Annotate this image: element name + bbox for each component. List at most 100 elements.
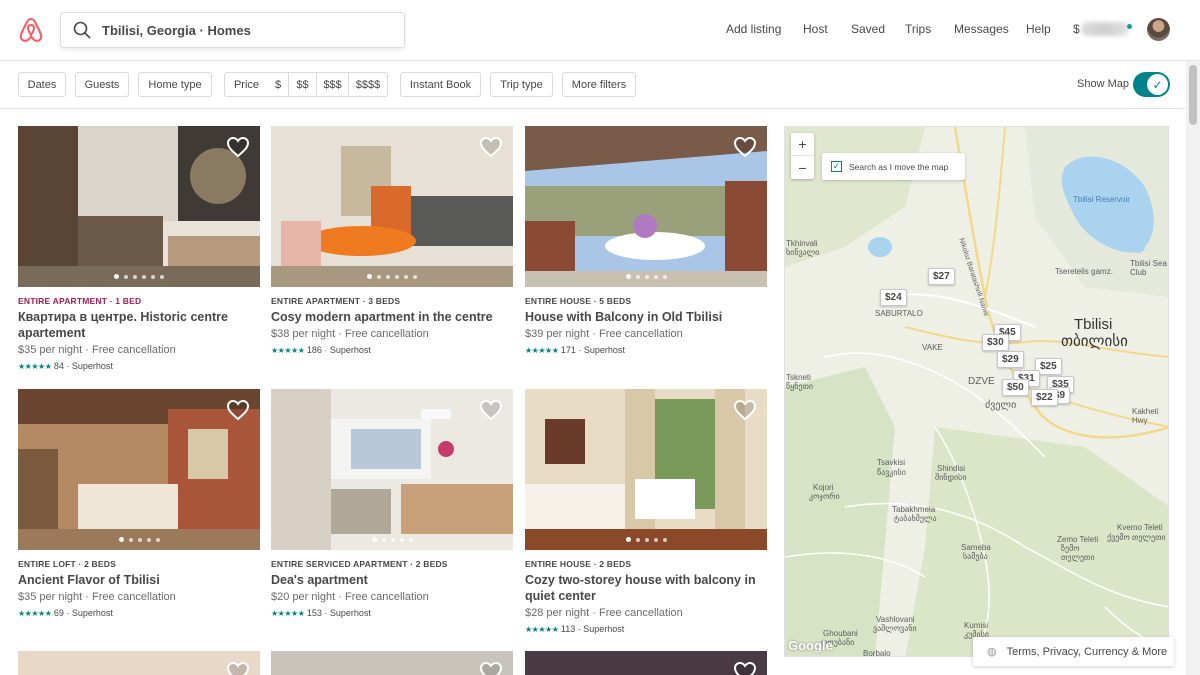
map-price-pin[interactable]: $24 bbox=[880, 289, 907, 306]
save-heart-icon[interactable] bbox=[733, 399, 757, 421]
listing-title[interactable]: Dea's apartment bbox=[271, 572, 513, 588]
save-heart-icon[interactable] bbox=[479, 661, 503, 675]
filter-price-label[interactable]: Price bbox=[225, 73, 268, 96]
search-icon bbox=[73, 21, 91, 39]
save-heart-icon[interactable] bbox=[733, 136, 757, 158]
filter-home-type-button[interactable]: Home type bbox=[138, 72, 212, 97]
nav-saved[interactable]: Saved bbox=[851, 22, 885, 36]
listing-image bbox=[271, 389, 513, 550]
map-label: Zemo Teleti bbox=[1057, 535, 1099, 544]
listing-title[interactable]: House with Balcony in Old Tbilisi bbox=[525, 309, 767, 325]
listing-review-count: 84 · Superhost bbox=[53, 361, 113, 371]
save-heart-icon[interactable] bbox=[226, 136, 250, 158]
nav-add-listing[interactable]: Add listing bbox=[726, 22, 781, 36]
save-heart-icon[interactable] bbox=[226, 661, 250, 675]
listing-type: ENTIRE SERVICED APARTMENT · 2 BEDS bbox=[271, 559, 448, 569]
listing-photo[interactable] bbox=[18, 126, 260, 287]
filter-price-2[interactable]: $$ bbox=[288, 73, 316, 96]
nav-host[interactable]: Host bbox=[803, 22, 828, 36]
nav-help[interactable]: Help bbox=[1026, 22, 1051, 36]
show-map-toggle[interactable]: ✓ bbox=[1133, 72, 1170, 97]
listing-photo[interactable] bbox=[271, 389, 513, 550]
listing-card[interactable]: ENTIRE LOFT · 2 BEDS Ancient Flavor of T… bbox=[18, 389, 260, 621]
zoom-out-button[interactable]: − bbox=[791, 156, 814, 179]
listing-card[interactable]: ENTIRE APARTMENT · 3 BEDS Cosy modern ap… bbox=[271, 126, 513, 358]
save-heart-icon[interactable] bbox=[226, 399, 250, 421]
map-label: Vashlovani bbox=[876, 615, 915, 624]
listing-card[interactable]: ENTIRE APARTMENT · 1 BED Квартира в цент… bbox=[18, 126, 260, 374]
zoom-in-button[interactable]: + bbox=[791, 133, 814, 156]
save-heart-icon[interactable] bbox=[733, 661, 757, 675]
filter-bar: Dates Guests Home type Price $ $$ $$$ $$… bbox=[0, 61, 1186, 109]
filter-trip-type-button[interactable]: Trip type bbox=[490, 72, 553, 97]
listing-title[interactable]: Cozy two-storey house with balcony in qu… bbox=[525, 572, 767, 604]
listing-photo[interactable] bbox=[525, 126, 767, 287]
filter-price-group: Price $ $$ $$$ $$$$ bbox=[224, 72, 388, 97]
listing-photo[interactable] bbox=[271, 651, 513, 675]
show-map-label: Show Map bbox=[1077, 78, 1129, 90]
map-label-line: Tbilisi Sea Club bbox=[1130, 259, 1167, 277]
map-label: Tseretelis gamz. bbox=[1055, 267, 1113, 276]
listing-title[interactable]: Cosy modern apartment in the centre bbox=[271, 309, 513, 325]
save-heart-icon[interactable] bbox=[479, 399, 503, 421]
filter-dates-button[interactable]: Dates bbox=[18, 72, 66, 97]
rating-stars-icon: ★★★★★ bbox=[271, 346, 305, 355]
listing-type: ENTIRE HOUSE · 2 BEDS bbox=[525, 559, 632, 569]
map-label: DZVE bbox=[968, 376, 995, 387]
map-label: Kakheti Hwy bbox=[1132, 407, 1159, 425]
save-heart-icon[interactable] bbox=[479, 136, 503, 158]
search-as-move-checkbox[interactable]: ✓ Search as I move the map bbox=[822, 153, 965, 180]
terms-footer-button[interactable]: ◍ Terms, Privacy, Currency & More bbox=[973, 637, 1174, 666]
map-label: ძველი bbox=[985, 400, 1017, 411]
search-bar[interactable]: Tbilisi, Georgia · Homes bbox=[60, 12, 405, 48]
map-price-pin[interactable]: $29 bbox=[997, 351, 1024, 368]
search-as-move-label: Search as I move the map bbox=[849, 161, 949, 172]
filter-more-filters-button[interactable]: More filters bbox=[562, 72, 636, 97]
search-input[interactable]: Tbilisi, Georgia · Homes bbox=[102, 23, 251, 38]
map-city-label: Tbilisi bbox=[1074, 316, 1113, 333]
scrollbar-thumb[interactable] bbox=[1189, 65, 1197, 125]
nav-messages[interactable]: Messages bbox=[954, 22, 1009, 36]
filter-price-1[interactable]: $ bbox=[268, 73, 288, 96]
map-price-pin[interactable]: $50 bbox=[1002, 379, 1029, 396]
listing-card[interactable]: ENTIRE HOUSE · 2 BEDS Cozy two-storey ho… bbox=[525, 389, 767, 637]
listing-rating: ★★★★★ 171 · Superhost bbox=[525, 343, 767, 358]
map-price-pin[interactable]: $27 bbox=[928, 268, 955, 285]
map-panel[interactable]: + − ✓ Search as I move the map Tbilisi R… bbox=[784, 126, 1169, 657]
listing-card[interactable] bbox=[18, 651, 260, 675]
listing-title[interactable]: Квартира в центре. Historic centre apart… bbox=[18, 309, 260, 341]
listing-photo[interactable] bbox=[18, 389, 260, 550]
filter-price-3[interactable]: $$$ bbox=[316, 73, 348, 96]
nav-trips[interactable]: Trips bbox=[905, 22, 931, 36]
photo-carousel-dots bbox=[271, 274, 513, 279]
listing-title[interactable]: Ancient Flavor of Tbilisi bbox=[18, 572, 260, 588]
map-price-pin[interactable]: $30 bbox=[982, 334, 1009, 351]
listing-card[interactable]: ENTIRE HOUSE · 5 BEDS House with Balcony… bbox=[525, 126, 767, 358]
filter-instant-book-button[interactable]: Instant Book bbox=[400, 72, 481, 97]
listing-photo[interactable] bbox=[525, 651, 767, 675]
listing-photo[interactable] bbox=[18, 651, 260, 675]
map-price-pin[interactable]: $22 bbox=[1031, 389, 1058, 406]
listing-card[interactable]: ENTIRE SERVICED APARTMENT · 2 BEDS Dea's… bbox=[271, 389, 513, 621]
filter-price-4[interactable]: $$$$ bbox=[348, 73, 387, 96]
listing-rating: ★★★★★ 153 · Superhost bbox=[271, 606, 513, 621]
airbnb-logo-icon[interactable] bbox=[18, 16, 44, 44]
listing-rating: ★★★★★ 69 · Superhost bbox=[18, 606, 260, 621]
user-avatar[interactable] bbox=[1147, 18, 1170, 41]
listing-card[interactable] bbox=[525, 651, 767, 675]
photo-carousel-dots bbox=[271, 537, 513, 542]
listing-image bbox=[271, 126, 513, 287]
map-label: კოჯორი bbox=[809, 492, 840, 501]
listing-type: ENTIRE APARTMENT · 1 BED bbox=[18, 296, 142, 306]
listing-price: $35 per night · Free cancellation bbox=[18, 591, 176, 603]
listing-card[interactable] bbox=[271, 651, 513, 675]
page-scrollbar[interactable] bbox=[1186, 61, 1200, 675]
listing-type: ENTIRE APARTMENT · 3 BEDS bbox=[271, 296, 401, 306]
listing-price: $38 per night · Free cancellation bbox=[271, 328, 429, 340]
listing-price: $35 per night · Free cancellation bbox=[18, 344, 176, 356]
filter-guests-button[interactable]: Guests bbox=[75, 72, 129, 97]
listing-photo[interactable] bbox=[271, 126, 513, 287]
checkbox-checked-icon[interactable]: ✓ bbox=[831, 161, 842, 172]
listing-photo[interactable] bbox=[525, 389, 767, 550]
nav-balance-currency[interactable]: $ bbox=[1073, 22, 1080, 36]
